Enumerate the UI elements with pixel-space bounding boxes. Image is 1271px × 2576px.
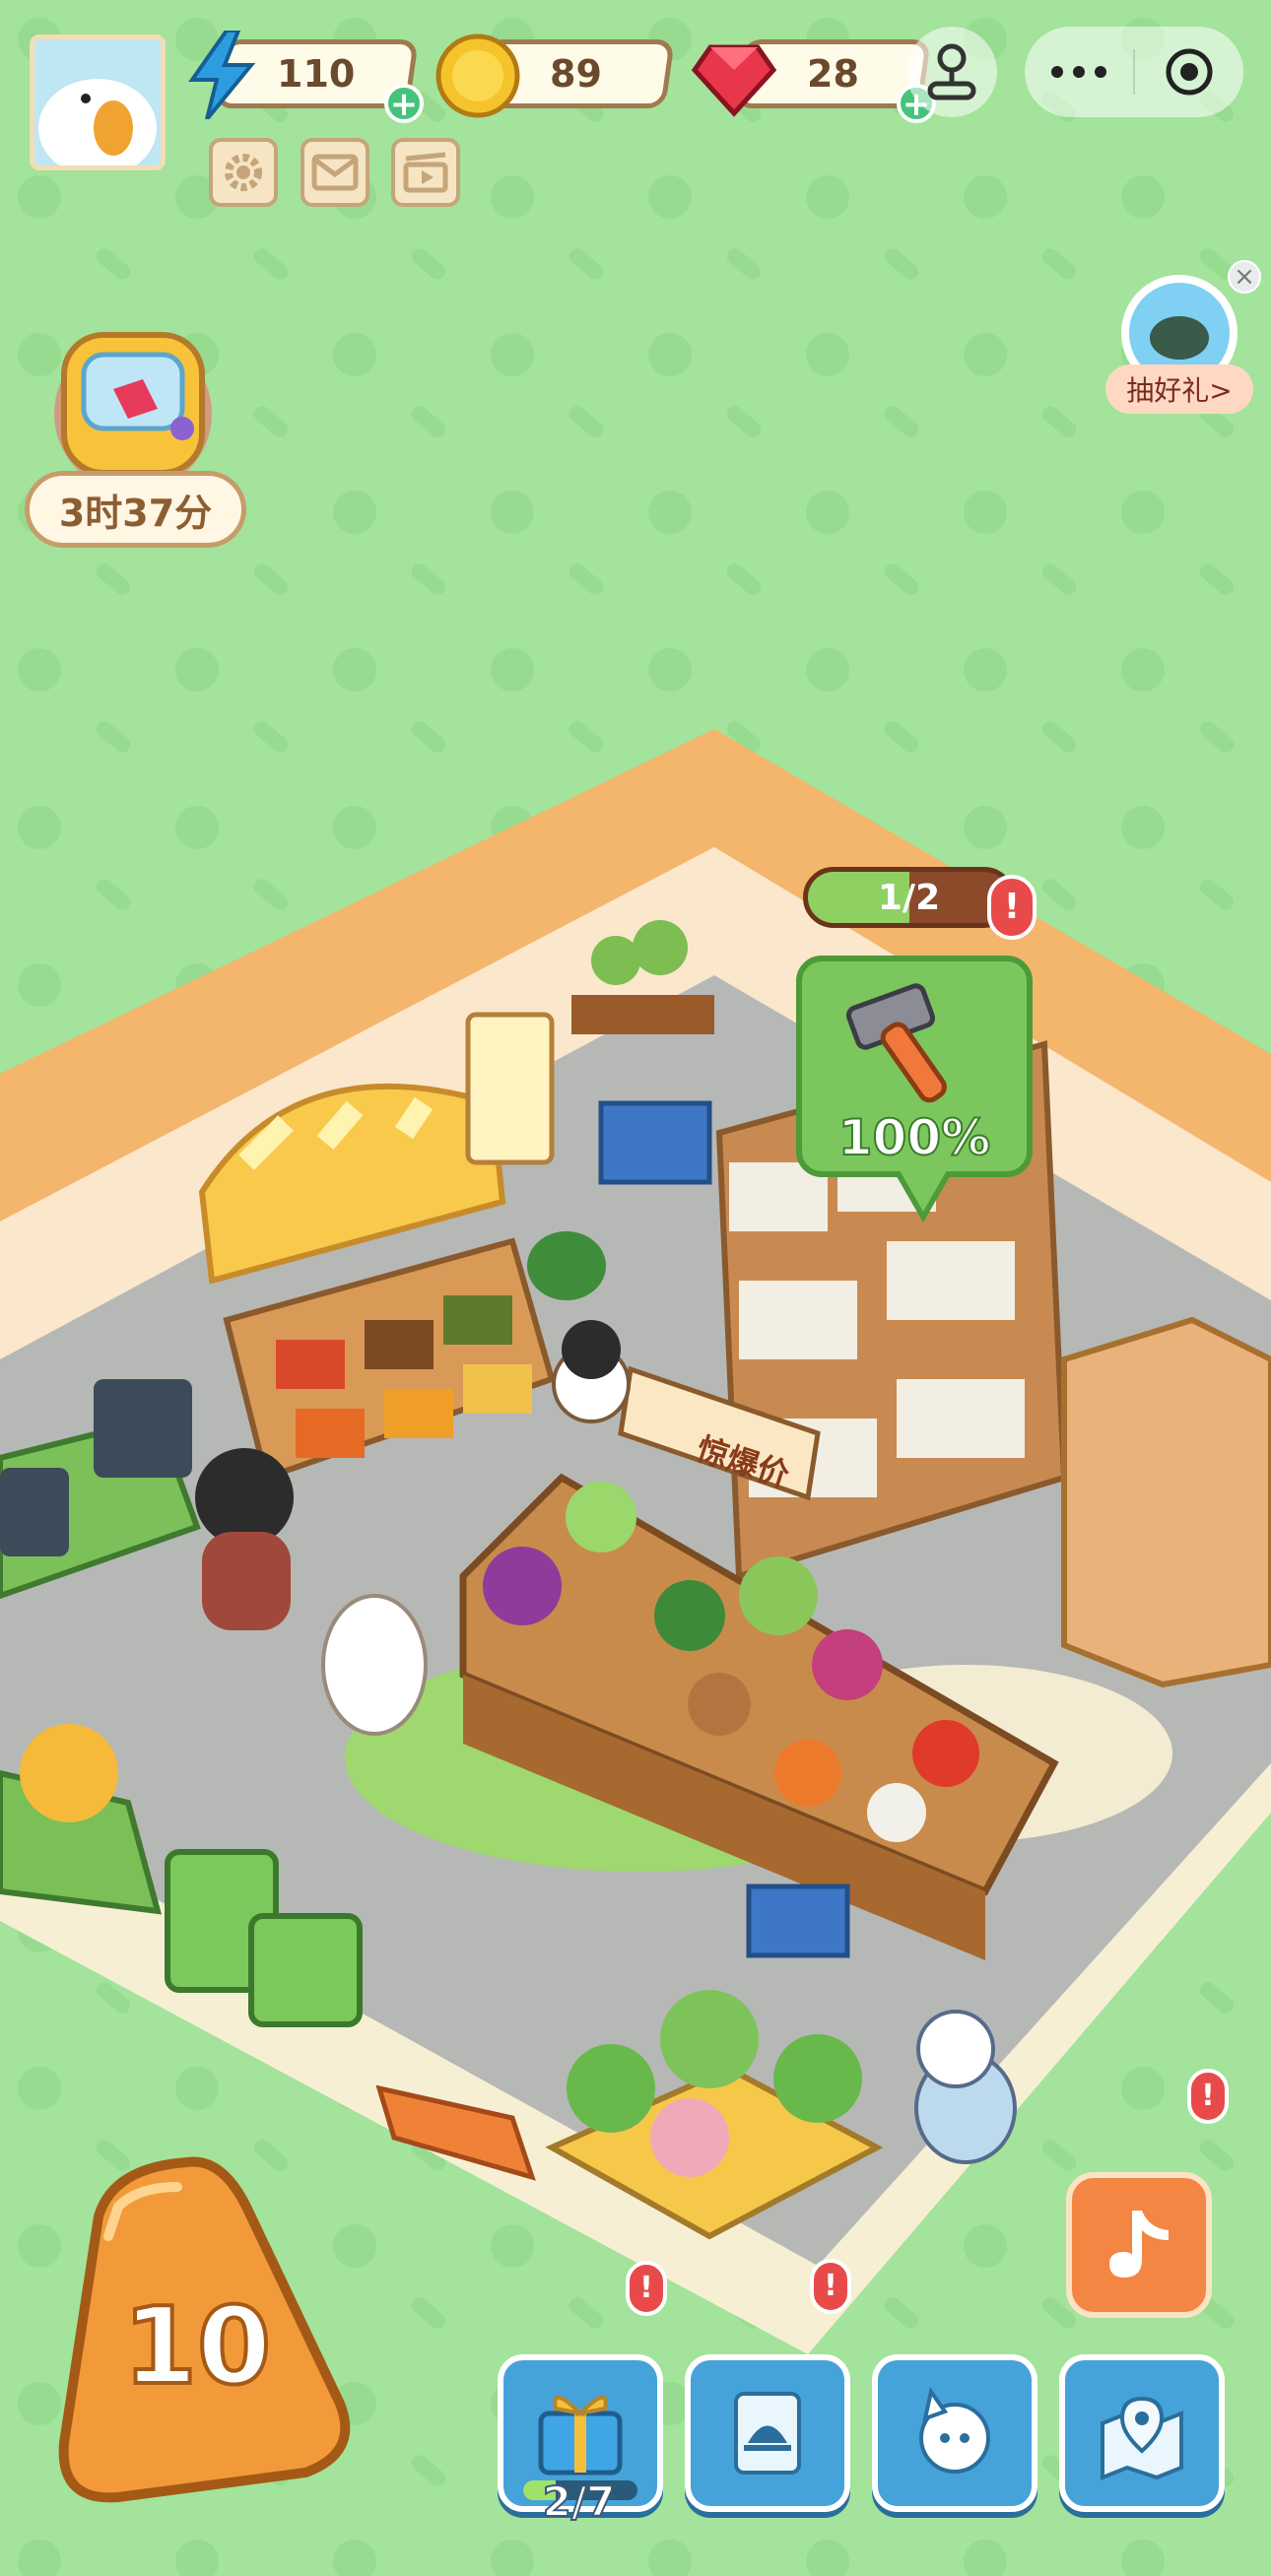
alert-icon[interactable]: ! <box>1187 2069 1229 2124</box>
quest-progress-label: 2/7 <box>542 2477 617 2527</box>
settings-button[interactable] <box>209 138 278 207</box>
gashapon-event-button[interactable] <box>34 315 232 493</box>
cash-register <box>94 1379 192 1478</box>
gear-icon <box>225 154 262 191</box>
coin-value: 89 <box>549 52 602 96</box>
wall-shelf <box>571 995 714 1034</box>
store-scene[interactable]: 惊爆价 <box>0 729 1271 2354</box>
gift-box-icon <box>538 2395 623 2476</box>
cardboard-boxes <box>1061 1316 1271 1688</box>
pet-button[interactable] <box>872 2354 1037 2512</box>
level-button[interactable]: 10 <box>39 2147 355 2512</box>
build-percent-text: 100% <box>837 1108 991 1167</box>
miniprogram-capsule <box>1025 27 1243 117</box>
clapperboard-icon <box>403 152 448 193</box>
alert-icon[interactable]: ! <box>626 2261 667 2316</box>
lightning-icon <box>182 28 261 121</box>
add-energy-button[interactable]: + <box>384 84 424 123</box>
gashapon-machine-icon <box>54 332 212 493</box>
video-button[interactable] <box>391 138 460 207</box>
ruby-icon <box>690 32 778 120</box>
energy-value: 110 <box>277 52 356 96</box>
event-timer-text: 3时37分 <box>58 491 213 535</box>
map-button[interactable] <box>1059 2354 1225 2512</box>
mail-button[interactable] <box>301 138 369 207</box>
close-gift-button[interactable]: × <box>1228 260 1261 294</box>
music-note-icon <box>1109 2211 1169 2278</box>
tiktok-event-button[interactable] <box>1066 2172 1212 2318</box>
lucky-wheel-button[interactable] <box>1113 274 1246 391</box>
duck-avatar-icon <box>38 79 157 165</box>
more-dots-icon <box>1051 66 1106 78</box>
watermelon <box>527 1231 606 1300</box>
gift-draw-text: 抽好礼> <box>1126 374 1233 407</box>
player-duck <box>321 1594 428 1736</box>
produce-basket <box>746 1883 850 1958</box>
blue-basket <box>598 1100 712 1185</box>
player-avatar[interactable] <box>30 34 166 170</box>
alert-icon[interactable]: ! <box>810 2259 851 2314</box>
close-app-button[interactable] <box>1135 27 1243 117</box>
target-icon <box>1166 48 1213 96</box>
cat-face-icon <box>919 2387 990 2474</box>
task-alert-icon[interactable]: ! <box>987 875 1037 940</box>
event-timer: 3时37分 <box>25 471 246 548</box>
task-progress-label: 1/2 <box>877 877 941 918</box>
build-bubble[interactable]: 100% <box>796 956 1033 1222</box>
gem-value: 28 <box>806 52 859 96</box>
more-menu-button[interactable] <box>1025 27 1133 117</box>
joystick-button[interactable] <box>906 27 997 117</box>
service-bell-icon <box>734 2392 801 2475</box>
joystick-icon <box>927 43 976 100</box>
lifebuoy-icon <box>1121 275 1238 391</box>
gift-draw-label[interactable]: 抽好礼> <box>1105 364 1253 414</box>
mail-icon <box>311 154 359 191</box>
task-progress-bar: 1/2 <box>803 867 1015 928</box>
wall-poster <box>465 1012 555 1165</box>
hammer-icon <box>845 983 947 1103</box>
recipe-button[interactable] <box>685 2354 850 2512</box>
level-number: 10 <box>121 2283 273 2411</box>
coin-icon <box>434 32 522 120</box>
map-pin-icon <box>1101 2396 1183 2480</box>
